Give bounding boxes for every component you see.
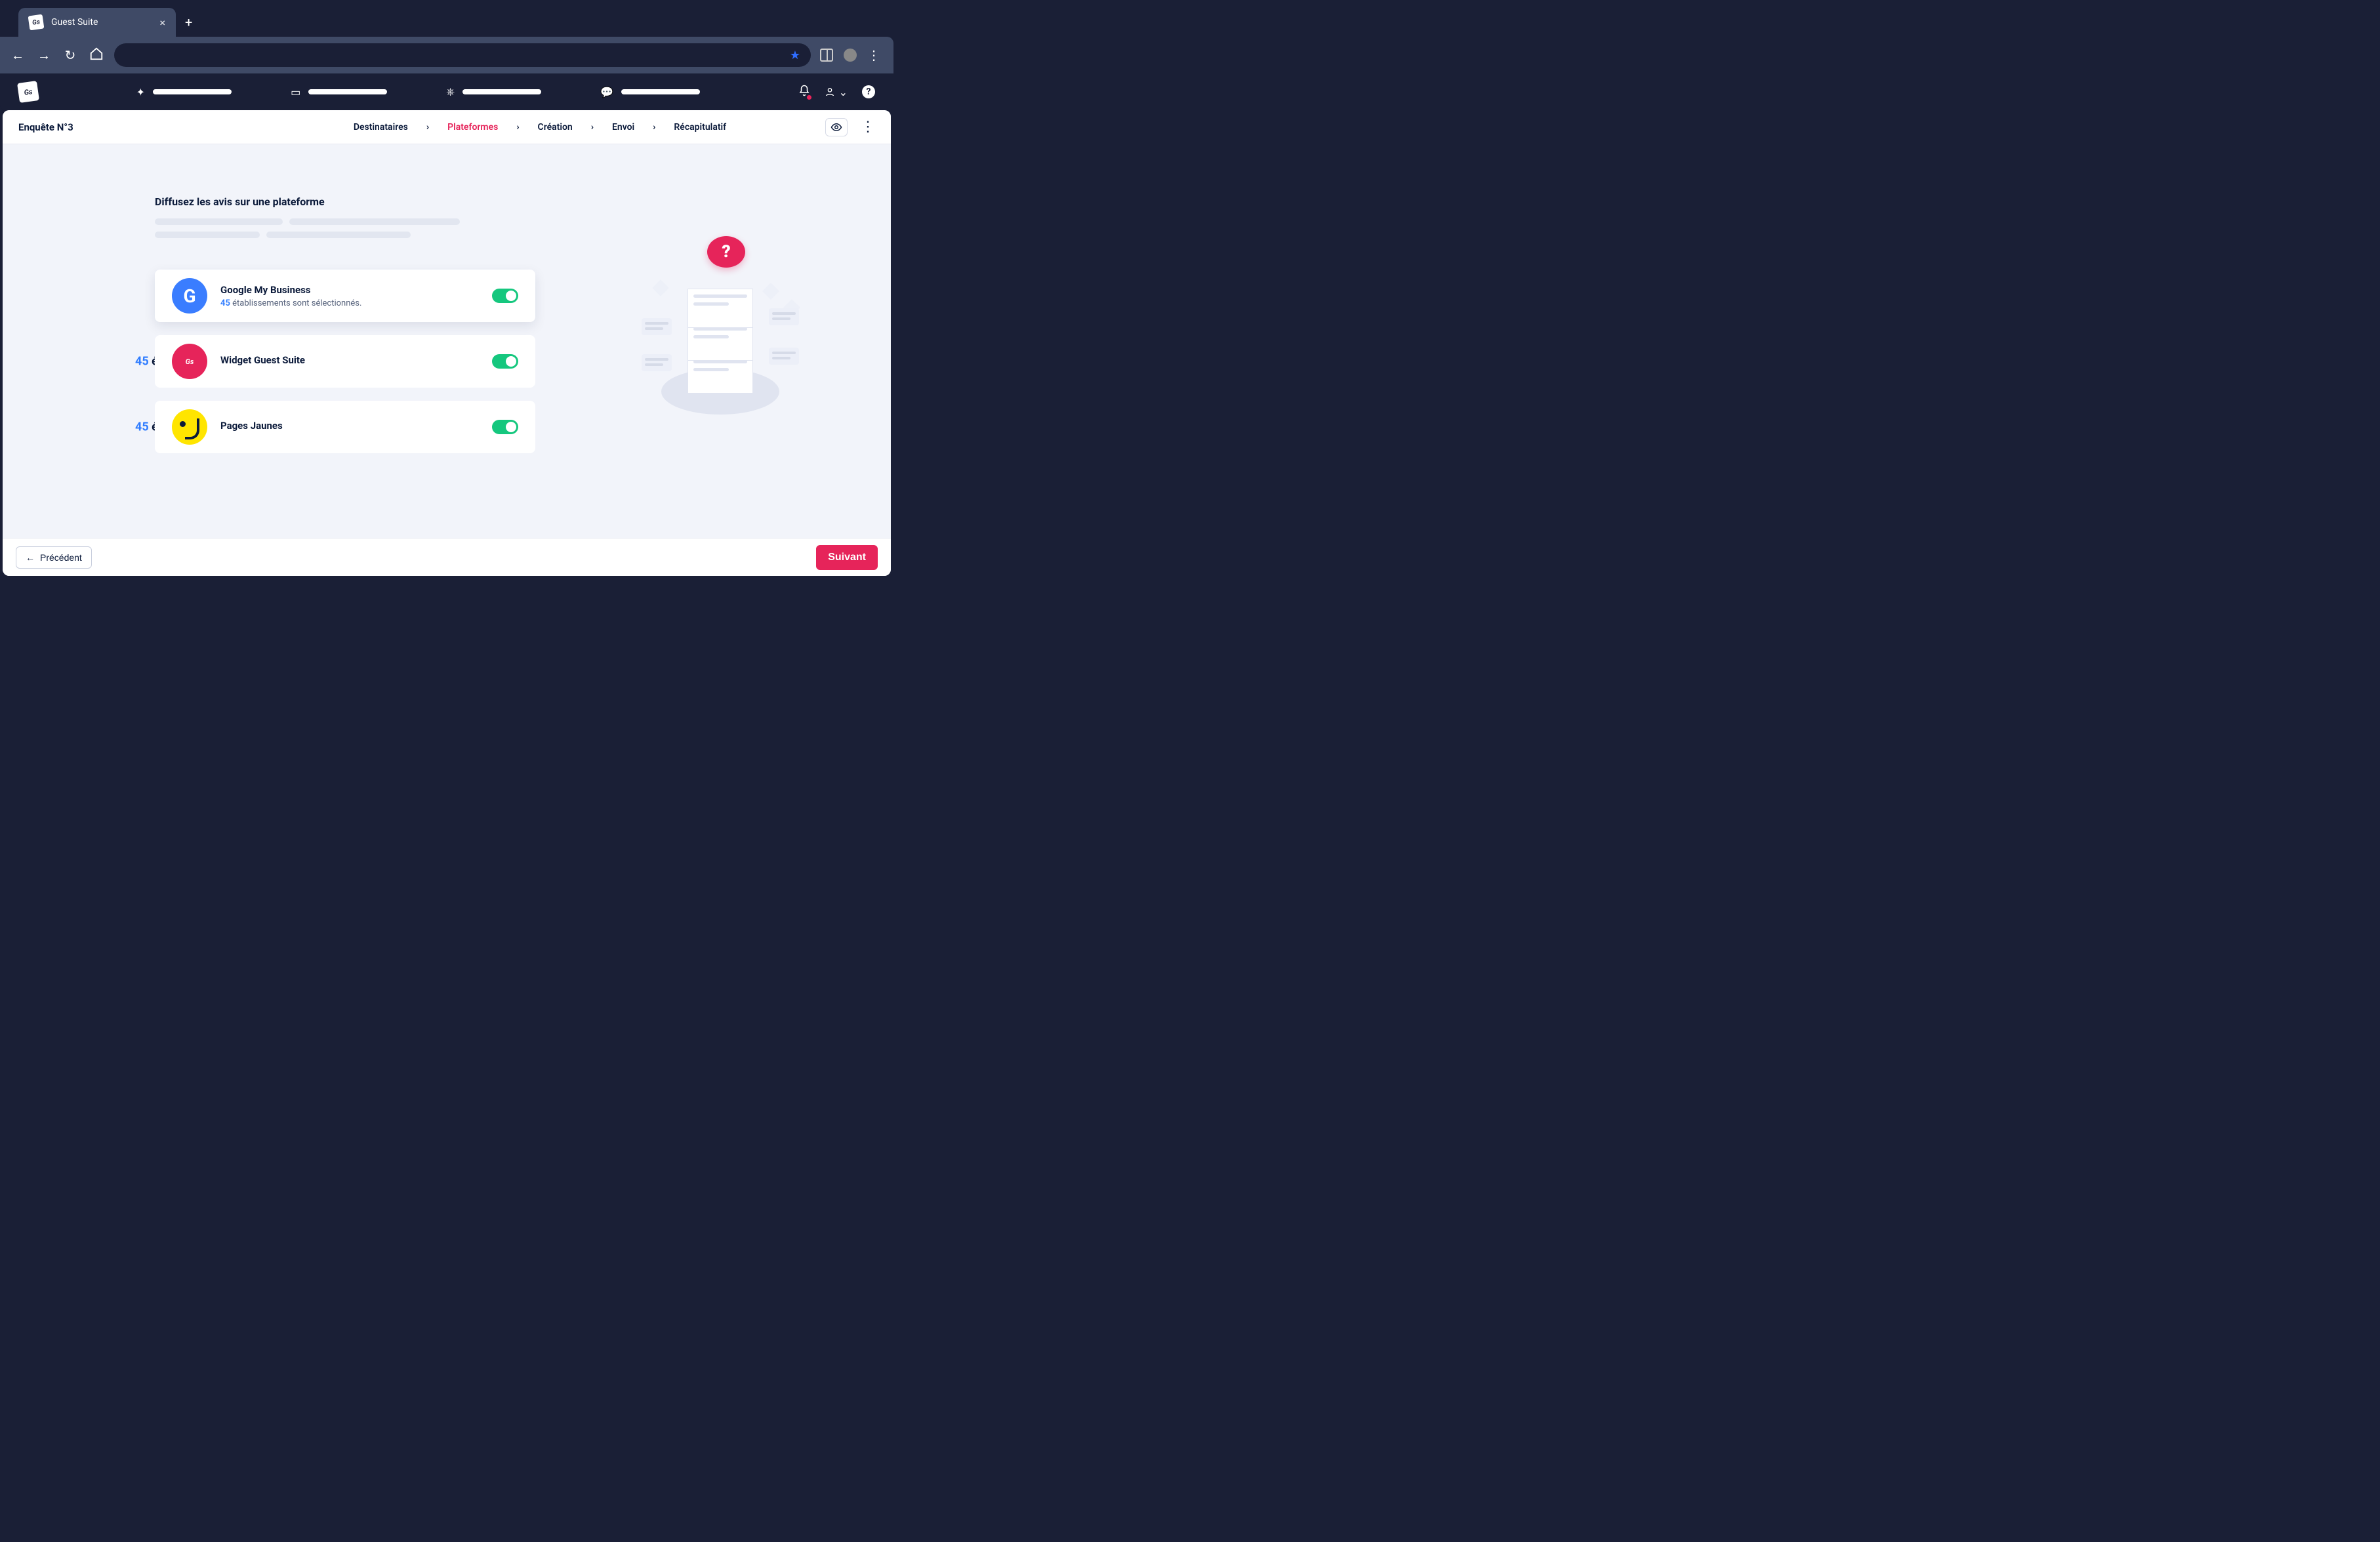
section-heading: Diffusez les avis sur une plateforme — [155, 195, 535, 208]
topnav-item-1[interactable]: ✦ — [136, 85, 232, 98]
bookmark-star-icon[interactable]: ★ — [790, 49, 800, 62]
notifications-icon[interactable] — [798, 85, 810, 99]
notification-dot — [807, 95, 811, 100]
tab-bar: Gs Guest Suite × + — [0, 0, 893, 37]
browser-right-controls: ⋮ — [820, 49, 884, 62]
chevron-right-icon: › — [516, 122, 519, 132]
platform-row-widget-gs: 45 établissements seront impactés. Gs Wi… — [155, 335, 535, 388]
chevron-right-icon: › — [426, 122, 429, 132]
browser-tab[interactable]: Gs Guest Suite × — [18, 8, 176, 37]
reload-icon[interactable]: ↻ — [62, 47, 79, 63]
platforms-section: Diffusez les avis sur une plateforme G G… — [155, 195, 535, 453]
footer-bar: ← Précédent Suivant — [3, 538, 891, 576]
card-icon: ▭ — [291, 86, 300, 98]
step-recapitulatif[interactable]: Récapitulatif — [674, 122, 726, 132]
question-bubble-icon: ? — [707, 236, 745, 268]
stepper: Destinataires › Plateformes › Création ›… — [255, 122, 825, 132]
platform-name: Google My Business — [220, 284, 479, 296]
step-plateformes[interactable]: Plateformes — [447, 122, 498, 132]
previous-label: Précédent — [40, 552, 82, 563]
side-panel-icon[interactable] — [820, 49, 833, 62]
step-envoi[interactable]: Envoi — [612, 122, 634, 132]
platform-row-pages-jaunes: 45 établissements seront impactés. Pages… — [155, 401, 535, 453]
platform-card: Gs Widget Guest Suite — [155, 335, 535, 388]
platform-row-google: G Google My Business 45 établissements s… — [155, 270, 535, 322]
sub-header: Enquête N°3 Destinataires › Plateformes … — [3, 110, 891, 144]
chat-star-icon: ✦ — [136, 86, 145, 98]
platform-texts: Google My Business 45 établissements son… — [220, 284, 479, 308]
platform-name: Widget Guest Suite — [220, 354, 479, 366]
arrow-left-icon: ← — [26, 552, 35, 563]
step-destinataires[interactable]: Destinataires — [354, 122, 408, 132]
impact-count: 45 — [135, 355, 149, 369]
topnav-right: ⌄ ? — [798, 85, 875, 99]
platform-texts: Pages Jaunes — [220, 420, 479, 434]
illustration: ? — [635, 230, 806, 426]
next-label: Suivant — [828, 552, 866, 563]
app-content: Enquête N°3 Destinataires › Plateformes … — [3, 110, 891, 576]
eye-icon — [831, 121, 842, 133]
browser-menu-icon[interactable]: ⋮ — [867, 53, 880, 57]
page-title: Enquête N°3 — [18, 121, 255, 133]
browser-chrome: Gs Guest Suite × + ← → ↻ ★ ⋮ — [0, 0, 893, 73]
tab-title: Guest Suite — [51, 17, 152, 28]
pages-jaunes-icon — [172, 409, 207, 445]
topnav-items: ✦ ▭ ⎈ 💬 — [70, 85, 767, 98]
platform-card: Pages Jaunes — [155, 401, 535, 453]
message-icon: 💬 — [600, 86, 613, 98]
help-icon[interactable]: ? — [862, 85, 875, 98]
google-icon: G — [172, 278, 207, 314]
forward-icon[interactable]: → — [35, 47, 52, 64]
guest-suite-icon: Gs — [172, 344, 207, 379]
topnav-item-3[interactable]: ⎈ — [446, 85, 541, 98]
tab-favicon: Gs — [28, 14, 45, 31]
platform-count: 45 — [220, 298, 230, 308]
home-icon[interactable] — [88, 47, 105, 64]
chevron-right-icon: › — [653, 122, 655, 132]
previous-button[interactable]: ← Précédent — [16, 546, 92, 569]
back-icon[interactable]: ← — [9, 47, 26, 64]
platform-toggle[interactable] — [492, 420, 518, 434]
topnav-item-2[interactable]: ▭ — [291, 85, 387, 98]
platform-texts: Widget Guest Suite — [220, 354, 479, 369]
platform-subtext: 45 établissements sont sélectionnés. — [220, 298, 479, 308]
platform-card: G Google My Business 45 établissements s… — [155, 270, 535, 322]
page-menu-icon[interactable]: ⋮ — [861, 125, 875, 129]
profile-avatar-icon[interactable] — [844, 49, 857, 62]
app-logo[interactable]: Gs — [17, 81, 39, 103]
chevron-right-icon: › — [591, 122, 594, 132]
address-bar[interactable]: ★ — [114, 43, 811, 67]
user-menu[interactable]: ⌄ — [825, 86, 848, 98]
platform-sub-suffix: établissements sont sélectionnés. — [232, 298, 361, 308]
sub-header-actions: ⋮ — [825, 118, 875, 136]
impact-count: 45 — [135, 420, 149, 434]
new-tab-button[interactable]: + — [176, 8, 201, 37]
app-topnav: Gs ✦ ▭ ⎈ 💬 ⌄ ? — [0, 73, 893, 110]
chevron-down-icon: ⌄ — [839, 86, 848, 98]
preview-button[interactable] — [825, 118, 848, 136]
main: Diffusez les avis sur une plateforme G G… — [3, 144, 891, 538]
browser-toolbar: ← → ↻ ★ ⋮ — [0, 37, 893, 73]
next-button[interactable]: Suivant — [816, 545, 878, 570]
platform-toggle[interactable] — [492, 354, 518, 369]
platform-toggle[interactable] — [492, 289, 518, 303]
platform-name: Pages Jaunes — [220, 420, 479, 432]
step-creation[interactable]: Création — [538, 122, 573, 132]
close-icon[interactable]: × — [159, 16, 165, 29]
pin-icon: ⎈ — [446, 85, 455, 98]
section-description-placeholder — [155, 218, 535, 238]
platform-list: G Google My Business 45 établissements s… — [155, 270, 535, 453]
topnav-item-4[interactable]: 💬 — [600, 85, 700, 98]
